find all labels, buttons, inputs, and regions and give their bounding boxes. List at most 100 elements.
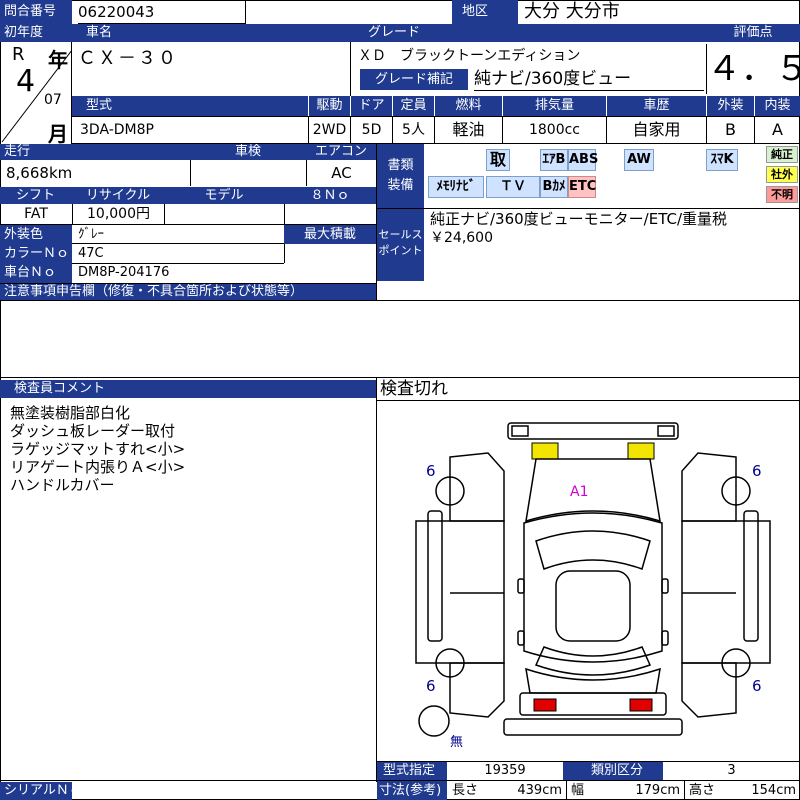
spec-header-model: 型式	[72, 96, 308, 116]
spec-header-drive: 駆動	[308, 96, 350, 116]
inspector-comment-line: ラゲッジマットすれ<小>	[10, 440, 186, 458]
class-label: 類別区分	[563, 762, 663, 780]
inspector-comment-line: 無塗装樹脂部白化	[10, 404, 131, 422]
spec-value-model: 3DA-DM8P	[80, 122, 154, 138]
car-name-value: ＣＸ－３０	[78, 48, 178, 69]
equip-airbag: ｴｱB	[540, 149, 568, 171]
spec-value-interior: A	[754, 117, 800, 143]
right-mirror	[743, 510, 759, 642]
hood-outline	[525, 458, 661, 523]
spec-header-doors: ドア	[350, 96, 392, 116]
rear-bumper	[503, 718, 683, 736]
spec-header-displacement: 排気量	[502, 96, 606, 116]
notes-label: 注意事項申告欄（修復・不具合箇所および状態等）	[0, 284, 376, 300]
spec-value-exterior: B	[706, 117, 754, 143]
score-value: ４．５	[706, 44, 800, 94]
spec-header-fuel: 燃料	[434, 96, 502, 116]
left-front-handle	[517, 578, 525, 594]
class-value: 3	[727, 763, 736, 778]
left-side-rear-fender	[449, 662, 505, 718]
tag-unknown: 不明	[766, 186, 798, 203]
length-label: 長さ	[452, 783, 479, 798]
model-value	[164, 204, 284, 224]
aircon-label: エアコン	[306, 144, 376, 160]
left-side-outline	[415, 520, 505, 664]
spec-headers: 型式 駆動 ドア 定員 燃料 排気量 車歴 外装 内装	[72, 96, 800, 116]
tire-depth-front-left: 6	[426, 462, 436, 480]
dimensions-label: 寸法(参考)	[377, 781, 447, 800]
car-body-diagram	[415, 422, 771, 737]
right-side-rear-fender	[681, 662, 737, 718]
sales-point-line2: ￥24,600	[430, 230, 493, 246]
equip-etc: ETC	[568, 176, 596, 198]
inspector-comment-line: リアゲート内張りＡ<小>	[10, 458, 186, 476]
height-label: 高さ	[684, 781, 728, 800]
tailgate-outline	[525, 667, 661, 694]
month-suffix: 月	[48, 122, 68, 146]
equip-abs: ABS	[568, 149, 598, 171]
type-cert-label: 型式指定	[377, 762, 447, 780]
inquiry-value: 06220043	[78, 0, 246, 24]
front-bumper	[507, 422, 679, 440]
grade-supplement-label: グレード補記	[360, 69, 468, 90]
left-rear-handle	[517, 630, 525, 646]
equip-tv: ＴＶ	[486, 176, 540, 198]
first-year-label: 初年度	[0, 24, 72, 42]
width-label: 幅	[566, 781, 596, 800]
equip-aluminum-wheels: AW	[624, 149, 654, 171]
spare-tire-label: 無	[450, 735, 464, 750]
cabin-outline	[523, 512, 663, 663]
score-label: 評価点	[706, 24, 800, 42]
notes-bottom-border	[0, 300, 800, 378]
left-mirror	[427, 510, 443, 642]
equip-back-camera: Bｶﾒ	[540, 176, 568, 198]
inspector-comment-line: ハンドルカバー	[10, 476, 115, 494]
spec-value-displacement: 1800cc	[502, 117, 606, 143]
spare-tire-icon	[418, 705, 450, 737]
spec-values: 3DA-DM8P 2WD 5D 5人 軽油 1800cc 自家用 B A	[72, 116, 800, 144]
length-value: 439cm	[517, 783, 562, 798]
rear-right-highlight	[629, 698, 653, 712]
tire-depth-front-right: 6	[752, 462, 762, 480]
right-side-outline	[681, 520, 771, 664]
spec-value-capacity: 5人	[392, 117, 434, 143]
equip-smart-key: ｽﾏK	[706, 149, 738, 171]
tag-genuine: 純正	[766, 146, 798, 163]
region-label: 地区	[452, 0, 518, 24]
spec-value-drive: 2WD	[308, 117, 350, 143]
width-value: 179cm	[635, 783, 680, 798]
equipment-label-line2: 装備	[387, 178, 414, 193]
shift-value: FAT	[24, 206, 48, 222]
inspector-comment-line: ダッシュ板レーダー取付	[10, 422, 176, 440]
front-left-highlight	[531, 442, 559, 460]
rear-left-highlight	[533, 698, 557, 712]
month-number: 07	[44, 92, 62, 108]
equip-title-doc: 取	[486, 149, 510, 171]
front-bumper-right-lamp	[657, 425, 675, 437]
eight-no-label: ８Ｎｏ	[284, 187, 376, 204]
inquiry-label: 問合番号	[0, 0, 72, 24]
right-side-front-fender	[681, 452, 737, 522]
height-value: 154cm	[751, 783, 796, 798]
mid-vertical-divider	[376, 144, 377, 300]
model-label: モデル	[164, 187, 284, 204]
spec-header-exterior: 外装	[706, 96, 754, 116]
grade-supplement-value: 純ナビ/360度ビュー	[474, 67, 704, 91]
serial-no-value	[78, 782, 376, 800]
bottom-row-divider	[0, 780, 800, 781]
left-grid-line-mid	[72, 243, 284, 264]
serial-no-label: シリアルＮｏ	[0, 782, 72, 800]
mileage-label: 走行	[0, 144, 190, 160]
right-rear-handle	[661, 630, 669, 646]
right-front-handle	[661, 578, 669, 594]
shift-label: シフト	[0, 187, 72, 204]
diagram-title: 検査切れ	[380, 379, 448, 399]
recycle-label: リサイクル	[72, 187, 164, 204]
spec-value-doors: 5D	[350, 117, 392, 143]
mileage-value: 8,668km	[6, 164, 73, 182]
recycle-value: 10,000円	[72, 204, 164, 224]
spec-value-history: 自家用	[606, 117, 706, 143]
rear-window	[534, 646, 652, 676]
windshield	[535, 530, 651, 570]
type-cert-value: 19359	[484, 763, 526, 778]
